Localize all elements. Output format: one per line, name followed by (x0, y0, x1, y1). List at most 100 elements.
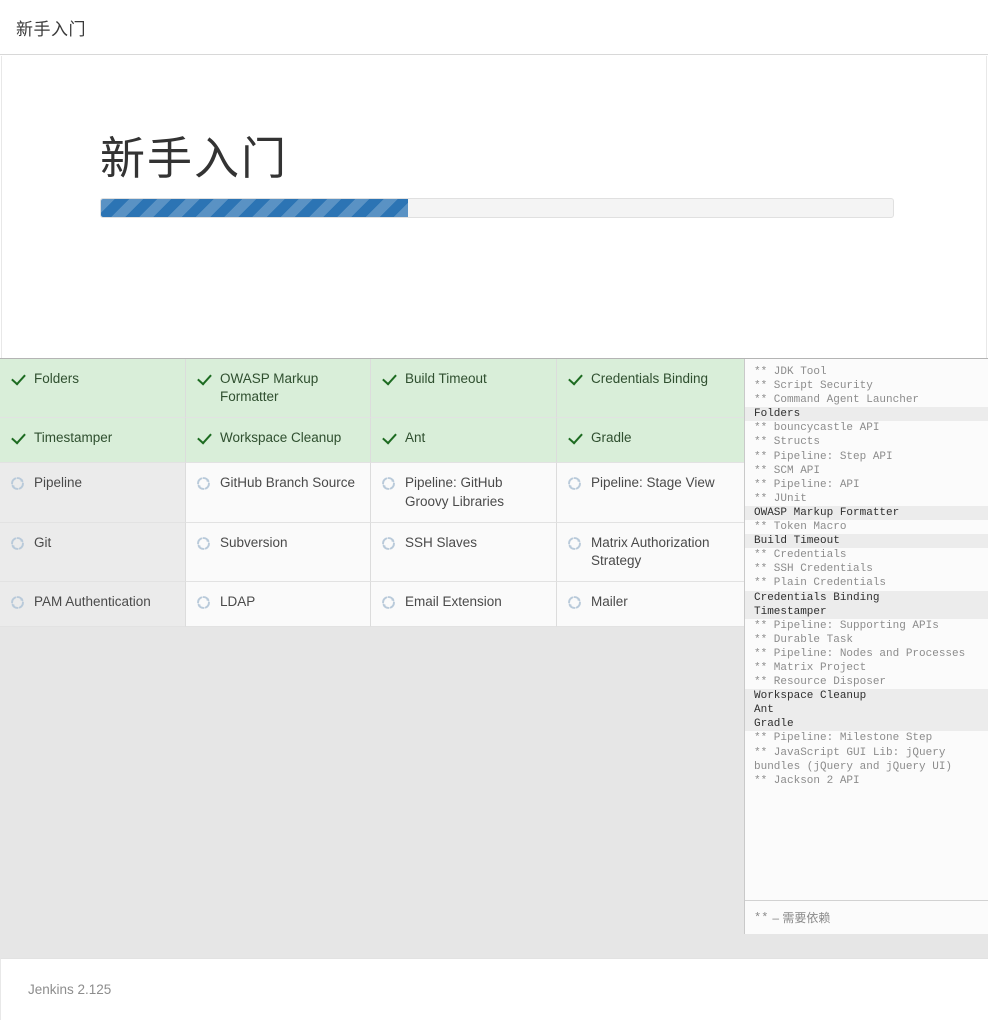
install-progress-panel: 新手入门 (1, 56, 987, 358)
legend-text: – 需要依赖 (772, 911, 831, 925)
version-footer: Jenkins 2.125 (0, 958, 988, 1020)
spinner-icon (567, 595, 582, 610)
log-line-plugin: OWASP Markup Formatter (745, 505, 988, 521)
page-header: 新手入门 (0, 0, 988, 55)
plugin-name-label: GitHub Branch Source (220, 475, 356, 491)
plugin-cell: Timestamper (0, 418, 186, 464)
plugin-name-label: OWASP Markup Formatter (220, 371, 319, 405)
plugin-name-label: Pipeline: GitHub Groovy Libraries (405, 475, 505, 509)
log-line-plugin: Credentials Binding (745, 590, 988, 605)
plugin-cell: Email Extension (371, 582, 557, 628)
log-line-dependency: ** Matrix Project (754, 661, 867, 674)
log-line-dependency: ** Pipeline: API (754, 478, 860, 491)
plugin-name-label: Build Timeout (405, 371, 487, 386)
spinner-icon (567, 536, 582, 551)
check-icon (381, 372, 396, 387)
plugin-cell: Pipeline: Stage View (557, 463, 744, 523)
log-line-dependency: ** SCM API (754, 464, 821, 477)
spinner-icon (381, 595, 396, 610)
log-line-dependency: ** Pipeline: Milestone Step (754, 732, 933, 745)
plugin-name-label: SSH Slaves (405, 534, 478, 550)
plugin-name-label: Email Extension (405, 594, 502, 610)
plugin-cell: Subversion (186, 522, 371, 583)
plugin-name-label: Pipeline: Stage View (591, 475, 715, 491)
plugin-name-label: Workspace Cleanup (220, 430, 342, 446)
plugin-cell: Pipeline (0, 463, 186, 523)
log-line-plugin: Ant (745, 703, 988, 718)
plugin-cell: SSH Slaves (371, 522, 557, 583)
plugin-cell: Ant (371, 418, 557, 464)
log-line-dependency: ** Token Macro (754, 521, 847, 534)
plugin-name-label: Mailer (591, 594, 628, 610)
plugin-status-grid: Folders OWASP Markup Formatter Build Timeo… (0, 359, 744, 628)
log-line-dependency: ** Pipeline: Step API (754, 450, 893, 463)
plugin-name-label: Matrix Authorization Strategy (591, 534, 710, 569)
plugin-name-label: Git (34, 534, 52, 550)
dependency-log-list: ** JDK Tool ** Script Security ** Command … (745, 359, 988, 792)
check-icon (10, 431, 25, 446)
plugin-cell: Pipeline: GitHub Groovy Libraries (371, 463, 557, 523)
log-line-plugin: Build Timeout (745, 534, 988, 549)
spinner-icon (567, 476, 582, 491)
spinner-icon (196, 536, 211, 551)
log-line-plugin: Workspace Cleanup (745, 689, 988, 704)
plugin-cell: Folders (0, 359, 186, 419)
log-line-dependency: ** JUnit (754, 492, 807, 505)
log-line-dependency: ** Resource Disposer (754, 676, 887, 689)
plugin-cell: LDAP (186, 582, 371, 628)
spinner-icon (196, 476, 211, 491)
jenkins-version-label: Jenkins 2.125 (28, 982, 112, 997)
install-progress-fill (101, 199, 408, 217)
log-line-dependency: ** Plain Credentials (754, 577, 887, 590)
check-icon (196, 431, 211, 446)
plugin-cell: Git (0, 522, 186, 583)
plugin-cell: Mailer (557, 582, 744, 628)
plugin-name-label: Timestamper (34, 430, 113, 446)
plugin-name-label: Gradle (591, 430, 632, 446)
plugin-name-label: Subversion (220, 534, 288, 550)
dependency-log-panel[interactable]: ** JDK Tool ** Script Security ** Command … (744, 359, 988, 934)
log-line-dependency: ** Structs (754, 436, 821, 449)
plugin-cell: Build Timeout (371, 359, 557, 419)
legend-marker: ** (754, 910, 769, 925)
dependency-legend: ** – 需要依赖 (745, 900, 988, 934)
plugin-cell: PAM Authentication (0, 582, 186, 628)
log-line-dependency: ** Jackson 2 API (754, 774, 860, 787)
check-icon (567, 372, 582, 387)
log-line-dependency: ** JavaScript GUI Lib: jQuery bundles (j… (754, 746, 953, 773)
spinner-icon (10, 595, 25, 610)
plugin-cell: GitHub Branch Source (186, 463, 371, 523)
spinner-icon (196, 595, 211, 610)
install-details-area: Folders OWASP Markup Formatter Build Timeo… (0, 358, 988, 958)
log-line-dependency: ** Command Agent Launcher (754, 394, 920, 407)
log-line-dependency: ** Durable Task (754, 633, 854, 646)
plugin-cell: Matrix Authorization Strategy (557, 522, 744, 583)
log-line-dependency: ** JDK Tool (754, 366, 827, 378)
page-header-title: 新手入门 (16, 19, 86, 39)
log-line-plugin: Gradle (745, 717, 988, 732)
log-line-dependency: ** Credentials (754, 549, 847, 562)
plugin-name-label: Pipeline (34, 475, 83, 491)
plugin-name-label: Ant (405, 430, 426, 446)
check-icon (196, 372, 211, 387)
spinner-icon (381, 476, 396, 491)
spinner-icon (10, 536, 25, 551)
spinner-icon (10, 476, 25, 491)
getting-started-page: 新手入门 新手入门 Folders OWASP Markup Formatter B… (0, 0, 988, 1020)
log-line-plugin: Timestamper (745, 604, 988, 619)
plugin-name-label: Folders (34, 371, 80, 386)
plugin-name-label: Credentials Binding (591, 371, 709, 386)
check-icon (567, 431, 582, 446)
check-icon (10, 372, 25, 387)
log-line-dependency: ** Pipeline: Supporting APIs (754, 619, 939, 632)
log-line-dependency: ** bouncycastle API (754, 422, 880, 435)
log-line-dependency: ** Script Security (754, 380, 873, 393)
plugin-name-label: PAM Authentication (34, 594, 151, 610)
check-icon (381, 431, 396, 446)
log-line-dependency: ** SSH Credentials (754, 563, 873, 576)
install-progress-bar (100, 198, 894, 218)
plugin-cell: Workspace Cleanup (186, 418, 371, 464)
log-line-dependency: ** Pipeline: Nodes and Processes (754, 647, 966, 660)
log-line-plugin: Folders (745, 407, 988, 422)
spinner-icon (381, 536, 396, 551)
